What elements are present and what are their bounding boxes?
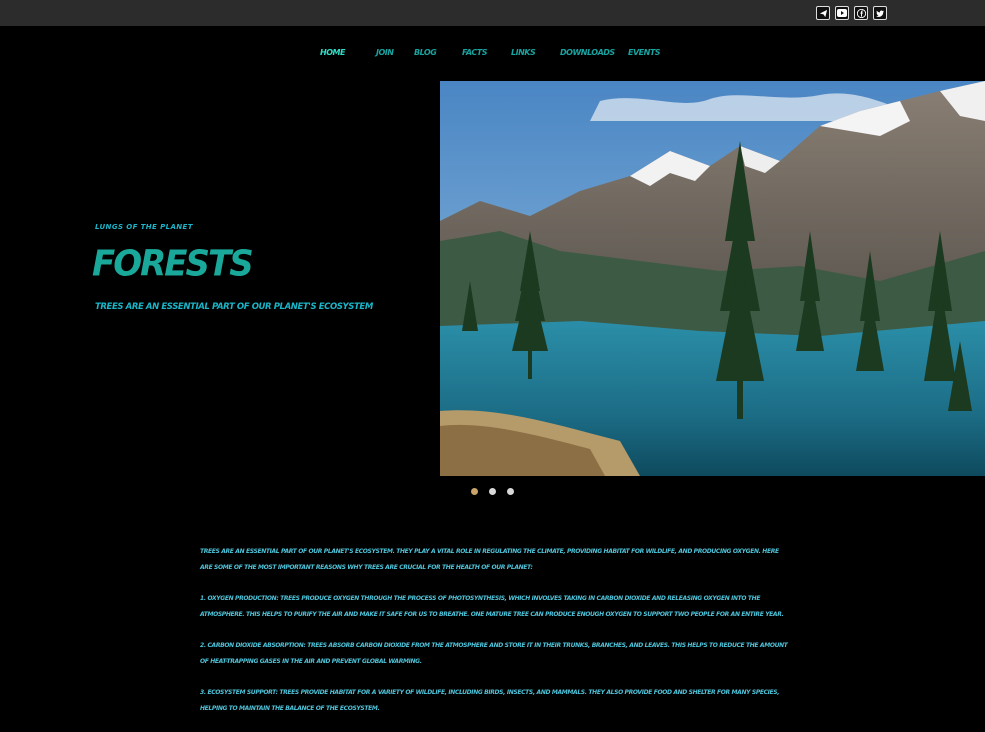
facebook-icon[interactable] — [854, 6, 868, 20]
article-point-1: 1. Oxygen production: Trees produce oxyg… — [200, 595, 784, 618]
article-content: Trees are an essential part of our plane… — [200, 544, 788, 732]
nav-downloads[interactable]: Downloads — [560, 48, 628, 57]
slider-dot-2[interactable] — [489, 488, 496, 495]
article-intro: Trees are an essential part of our plane… — [200, 548, 779, 571]
slider-dot-3[interactable] — [507, 488, 514, 495]
hero-tagline: Lungs of the planet — [95, 223, 193, 231]
hero-slide-image — [440, 81, 985, 476]
slider-dots — [471, 488, 514, 495]
nav-join[interactable]: Join — [376, 48, 414, 57]
top-bar — [0, 0, 985, 26]
main-nav: Home Join Blog Facts Links Downloads Eve… — [320, 48, 661, 57]
hero-subtitle: Trees are an essential part of our plane… — [95, 302, 373, 312]
nav-home[interactable]: Home — [320, 48, 376, 57]
youtube-icon[interactable] — [835, 6, 849, 20]
social-links — [816, 6, 887, 20]
nav-facts[interactable]: Facts — [462, 48, 511, 57]
nav-links[interactable]: Links — [511, 48, 560, 57]
article-point-3: 3. Ecosystem support: Trees provide habi… — [200, 689, 780, 712]
slider-dot-1[interactable] — [471, 488, 478, 495]
twitter-icon[interactable] — [873, 6, 887, 20]
article-point-2: 2. Carbon dioxide absorption: Trees abso… — [200, 642, 788, 665]
telegram-icon[interactable] — [816, 6, 830, 20]
nav-events[interactable]: Events — [628, 48, 661, 57]
hero-title: Forests — [92, 243, 254, 285]
nav-blog[interactable]: Blog — [414, 48, 462, 57]
